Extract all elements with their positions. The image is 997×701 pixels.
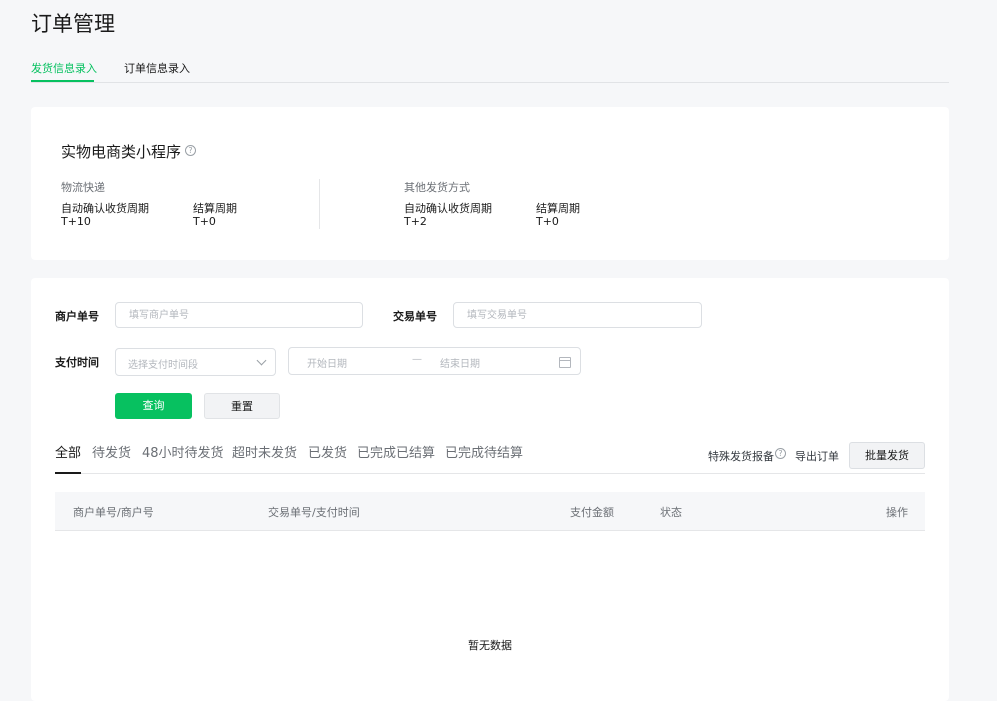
column-actions: 操作 (886, 506, 908, 519)
tab-shipping-info-entry[interactable]: 发货信息录入 (31, 60, 97, 76)
transaction-order-label: 交易单号 (393, 310, 437, 323)
active-tab-indicator (31, 80, 94, 82)
settlement-period-value: T+0 (536, 215, 559, 228)
auto-confirm-period-label: 自动确认收货周期 (61, 202, 149, 215)
auto-confirm-period-value: T+10 (61, 215, 91, 228)
pay-time-label: 支付时间 (55, 356, 99, 369)
other-shipping-title: 其他发货方式 (404, 181, 470, 194)
auto-confirm-period-label: 自动确认收货周期 (404, 202, 492, 215)
chevron-down-icon (256, 355, 267, 366)
pay-time-select-placeholder: 选择支付时间段 (128, 360, 198, 371)
table-header: 商户单号/商户号 交易单号/支付时间 支付金额 状态 操作 (55, 492, 925, 531)
pay-time-period-select[interactable]: 选择支付时间段 (115, 348, 276, 376)
info-card-title: 实物电商类小程序 (61, 143, 182, 161)
tab-order-info-entry[interactable]: 订单信息录入 (124, 60, 190, 76)
settlement-period-label: 结算周期 (536, 202, 580, 215)
end-date-field[interactable]: 结束日期 (440, 355, 480, 370)
merchant-type-info-card: 实物电商类小程序 ? 物流快递 自动确认收货周期 T+10 结算周期 T+0 其… (31, 107, 949, 260)
column-pay-amount: 支付金额 (570, 506, 614, 519)
question-circle-icon[interactable]: ? (185, 145, 196, 156)
column-merchant-order: 商户单号/商户号 (73, 506, 154, 519)
settlement-period-label: 结算周期 (193, 202, 237, 215)
tab-all[interactable]: 全部 (55, 442, 81, 461)
special-shipment-report-link[interactable]: 特殊发货报备 (708, 448, 774, 464)
auto-confirm-period-value: T+2 (404, 215, 427, 228)
batch-ship-button[interactable]: 批量发货 (849, 442, 925, 469)
export-orders-link[interactable]: 导出订单 (795, 448, 839, 464)
column-transaction-order: 交易单号/支付时间 (268, 506, 360, 519)
empty-state-text: 暂无数据 (468, 639, 512, 652)
tab-shipped[interactable]: 已发货 (308, 442, 347, 461)
calendar-icon (559, 357, 571, 368)
tab-completed-pending-settlement[interactable]: 已完成待结算 (445, 442, 523, 461)
column-divider (319, 179, 320, 229)
reset-button[interactable]: 重置 (204, 393, 280, 419)
top-tabs: 发货信息录入 订单信息录入 (31, 52, 949, 83)
question-circle-icon[interactable]: ? (775, 448, 786, 459)
column-status: 状态 (660, 506, 682, 519)
merchant-order-label: 商户单号 (55, 310, 99, 323)
date-range-separator: — (412, 354, 422, 365)
merchant-order-input[interactable] (115, 302, 363, 328)
order-list-card: 商户单号 交易单号 支付时间 选择支付时间段 开始日期 — 结束日期 查询 重置… (31, 278, 949, 701)
tab-48h-pending-shipment[interactable]: 48小时待发货 (142, 442, 224, 461)
active-status-indicator (55, 472, 81, 474)
settlement-period-value: T+0 (193, 215, 216, 228)
logistics-express-title: 物流快递 (61, 181, 105, 194)
tab-pending-shipment[interactable]: 待发货 (92, 442, 131, 461)
tab-completed-settled[interactable]: 已完成已结算 (357, 442, 435, 461)
tab-overdue-unshipped[interactable]: 超时未发货 (232, 442, 297, 461)
start-date-field[interactable]: 开始日期 (307, 355, 347, 370)
query-button[interactable]: 查询 (115, 393, 192, 419)
transaction-order-input[interactable] (453, 302, 702, 328)
page-title: 订单管理 (31, 12, 115, 36)
date-range-picker[interactable]: 开始日期 — 结束日期 (288, 347, 581, 375)
